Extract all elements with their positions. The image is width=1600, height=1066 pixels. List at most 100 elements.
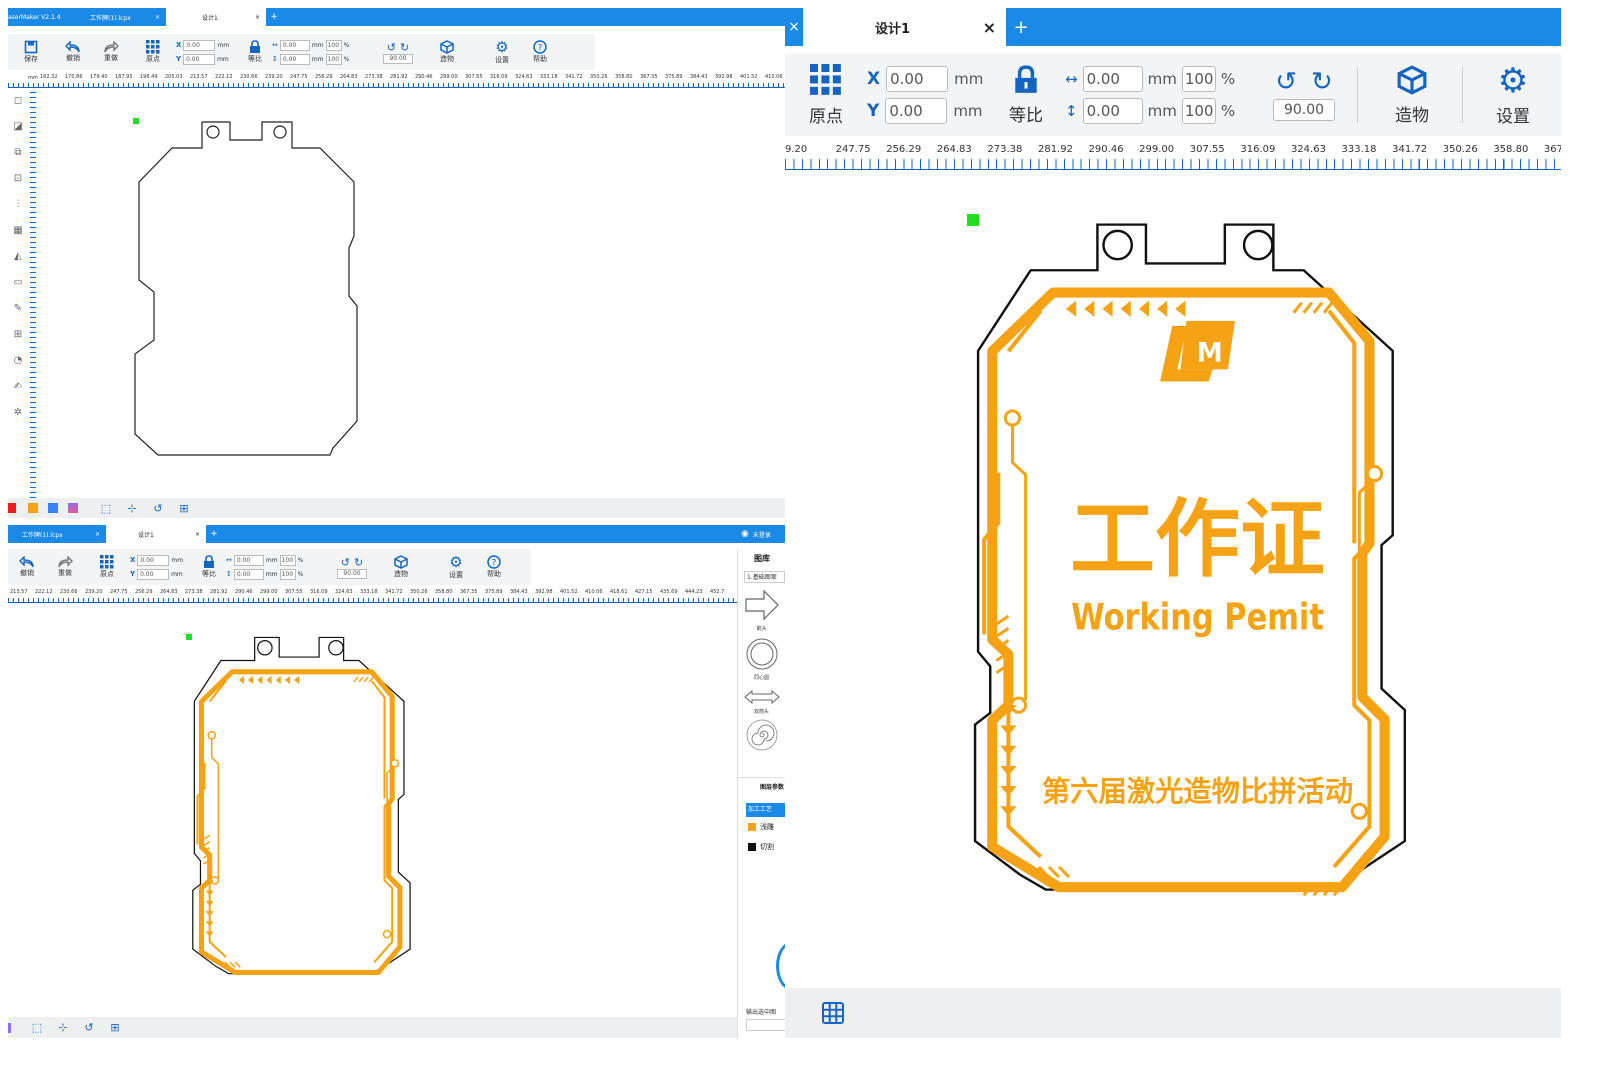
- close-icon[interactable]: ×: [95, 531, 100, 538]
- rotate-cw-icon[interactable]: ↻: [1311, 69, 1333, 95]
- magnet-icon[interactable]: ↺: [79, 1021, 99, 1034]
- lock-ratio-button[interactable]: 等比: [196, 555, 222, 579]
- rotate-angle-field[interactable]: 90.00: [1273, 99, 1335, 121]
- process-tab[interactable]: 加工工艺: [746, 803, 785, 817]
- tab-file[interactable]: 工作牌(1).lcpx ×: [78, 8, 166, 26]
- origin-button[interactable]: 原点: [84, 555, 130, 579]
- grid-toggle-icon[interactable]: ⊞: [105, 1021, 125, 1034]
- color-swatch-red[interactable]: [8, 503, 16, 513]
- width-percent-field[interactable]: 100: [325, 39, 342, 51]
- layer-cut[interactable]: 切割: [748, 837, 785, 857]
- rotate-ccw-icon[interactable]: ↺: [1275, 69, 1297, 95]
- tab-design[interactable]: 设计1 ×: [166, 8, 266, 26]
- copy-tool-icon[interactable]: ⧉: [8, 140, 28, 166]
- grid-toggle-icon[interactable]: ⊞: [174, 502, 194, 515]
- origin-button[interactable]: 原点: [785, 63, 867, 127]
- x-field[interactable]: 0.00: [886, 66, 949, 92]
- tab-design[interactable]: 设计1 ×: [803, 8, 1006, 46]
- lock-ratio-button[interactable]: 等比: [242, 40, 268, 64]
- layer-engrave[interactable]: 浅雕: [748, 817, 785, 837]
- library-item-double-arrow[interactable]: 双箭头: [738, 689, 785, 715]
- color-swatch-purple[interactable]: [68, 503, 78, 513]
- color-swatch-blue[interactable]: [48, 503, 58, 513]
- tab-design[interactable]: 设计1 ×: [106, 525, 206, 543]
- pen-tool-icon[interactable]: ✍: [8, 374, 28, 400]
- height-percent-field[interactable]: 100: [279, 568, 296, 580]
- color-swatch-orange[interactable]: [28, 503, 38, 513]
- help-button[interactable]: ? 帮助: [528, 40, 552, 64]
- x-field[interactable]: 0.00: [183, 39, 216, 51]
- height-field[interactable]: 0.00: [233, 568, 264, 580]
- close-icon[interactable]: ×: [983, 18, 996, 37]
- login-status[interactable]: ◉ 未登录: [741, 525, 785, 543]
- close-icon[interactable]: ×: [255, 14, 260, 21]
- rotate-angle-field[interactable]: 90.00: [337, 568, 367, 579]
- add-tab-button[interactable]: +: [1006, 8, 1036, 46]
- rotate-ccw-icon[interactable]: ↺: [387, 41, 396, 54]
- height-field[interactable]: 0.00: [279, 53, 310, 65]
- library-category[interactable]: 1.基础图案: [744, 571, 785, 583]
- tab-file[interactable]: 工作牌(1).lcpx ×: [8, 525, 106, 543]
- table-tool-icon[interactable]: ⊞: [8, 322, 28, 348]
- height-percent-field[interactable]: 100: [1181, 98, 1216, 124]
- undo-button[interactable]: 撤销: [54, 41, 92, 63]
- build-button[interactable]: 造物: [1372, 64, 1452, 126]
- frame-tool-icon[interactable]: ▭: [8, 270, 28, 296]
- redo-button[interactable]: 重做: [92, 41, 130, 63]
- badge-design-zoomed[interactable]: M 工作证 Working Pemit 第六届激光造物比拼活动: [970, 216, 1420, 896]
- add-tab-button[interactable]: +: [206, 525, 222, 543]
- library-item-arrow[interactable]: 箭头: [738, 589, 785, 632]
- effect-tool-icon[interactable]: ✲: [8, 400, 28, 426]
- rotate-angle-field[interactable]: 90.00: [383, 53, 413, 64]
- x-field[interactable]: 0.00: [137, 554, 170, 566]
- width-percent-field[interactable]: 100: [279, 554, 296, 566]
- y-field[interactable]: 0.00: [183, 53, 216, 65]
- width-field[interactable]: 0.00: [233, 554, 264, 566]
- settings-button[interactable]: ⚙ 设置: [1473, 64, 1553, 127]
- y-field[interactable]: 0.00: [137, 568, 170, 580]
- close-icon[interactable]: ×: [195, 531, 200, 538]
- settings-button[interactable]: ⚙ 设置: [476, 39, 528, 65]
- layer-tool-icon[interactable]: ◪: [8, 114, 28, 140]
- build-button[interactable]: 造物: [372, 555, 430, 579]
- close-tab-button[interactable]: ×: [785, 8, 803, 46]
- scroll-circle-icon[interactable]: [776, 942, 785, 990]
- height-field[interactable]: 0.00: [1082, 98, 1143, 124]
- add-tab-button[interactable]: +: [266, 8, 282, 26]
- frame-select-icon[interactable]: ⬚: [27, 1021, 47, 1034]
- mirror-tool-icon[interactable]: ◭: [8, 244, 28, 270]
- center-icon[interactable]: ⊹: [53, 1021, 73, 1034]
- settings-button[interactable]: ⚙ 设置: [430, 554, 482, 580]
- y-field[interactable]: 0.00: [885, 98, 948, 124]
- badge-design-small[interactable]: [184, 635, 424, 975]
- color-swatch-purple[interactable]: [8, 1022, 11, 1033]
- height-percent-field[interactable]: 100: [325, 53, 342, 65]
- library-item-spiral[interactable]: [738, 719, 785, 755]
- group-tool-icon[interactable]: ⊡: [8, 166, 28, 192]
- magnet-icon[interactable]: ↺: [148, 502, 168, 515]
- build-button[interactable]: 造物: [418, 40, 476, 64]
- rotate-cw-icon[interactable]: ↻: [400, 41, 409, 54]
- origin-button[interactable]: 原点: [130, 40, 176, 64]
- select-tool-icon[interactable]: ◻: [8, 88, 28, 114]
- output-selected-input[interactable]: [746, 1019, 785, 1031]
- width-field[interactable]: 0.00: [279, 39, 310, 51]
- frame-select-icon[interactable]: ⬚: [96, 502, 116, 515]
- badge-outline[interactable]: [130, 118, 370, 468]
- help-button[interactable]: ? 帮助: [482, 555, 506, 579]
- save-button[interactable]: 保存: [8, 40, 54, 64]
- rotate-cw-icon[interactable]: ↻: [354, 556, 363, 569]
- width-field[interactable]: 0.00: [1082, 66, 1143, 92]
- edit-tool-icon[interactable]: ✎: [8, 296, 28, 322]
- redo-button[interactable]: 重做: [46, 556, 84, 578]
- library-item-circle[interactable]: 同心圆: [738, 638, 785, 681]
- undo-button[interactable]: 撤销: [8, 556, 46, 578]
- center-icon[interactable]: ⊹: [122, 502, 142, 515]
- lock-ratio-button[interactable]: 等比: [997, 64, 1055, 126]
- rotate-ccw-icon[interactable]: ↺: [341, 556, 350, 569]
- shape-tool-icon[interactable]: ◔: [8, 348, 28, 374]
- arrange-tool-icon[interactable]: ▦: [8, 218, 28, 244]
- close-icon[interactable]: ×: [155, 14, 160, 21]
- align-tool-icon[interactable]: ⫶: [8, 192, 28, 218]
- width-percent-field[interactable]: 100: [1181, 66, 1216, 92]
